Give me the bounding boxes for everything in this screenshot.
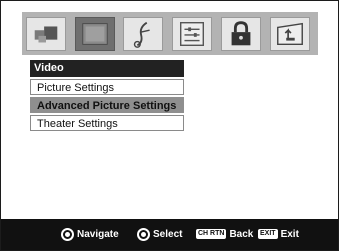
setup-icon[interactable] — [26, 17, 66, 51]
video-menu: Video Picture Settings Advanced Picture … — [30, 60, 184, 131]
menu-item-picture-settings[interactable]: Picture Settings — [30, 79, 184, 95]
lock-icon[interactable] — [221, 17, 261, 51]
navigate-pad-icon — [61, 227, 74, 241]
back-hint: CH RTN Back — [196, 229, 254, 240]
audio-note-icon[interactable] — [123, 17, 163, 51]
menu-title: Video — [30, 60, 184, 77]
ch-rtn-key-icon: CH RTN — [196, 229, 227, 240]
select-button-icon — [137, 227, 150, 241]
exit-key-icon: EXIT — [258, 229, 278, 240]
exit-hint: EXIT Exit — [258, 229, 299, 240]
tv-menu-screen: Video Picture Settings Advanced Picture … — [0, 0, 339, 251]
menu-category-bar — [22, 12, 318, 55]
preferences-icon[interactable] — [172, 17, 212, 51]
applications-icon[interactable] — [270, 17, 310, 51]
menu-item-theater-settings[interactable]: Theater Settings — [30, 115, 184, 131]
button-hint-bar: Navigate Select CH RTN Back EXIT Exit — [1, 219, 338, 250]
select-hint: Select — [137, 227, 182, 242]
menu-item-advanced-picture-settings[interactable]: Advanced Picture Settings — [30, 97, 184, 113]
navigate-hint: Navigate — [61, 227, 119, 242]
picture-icon[interactable] — [75, 17, 115, 51]
